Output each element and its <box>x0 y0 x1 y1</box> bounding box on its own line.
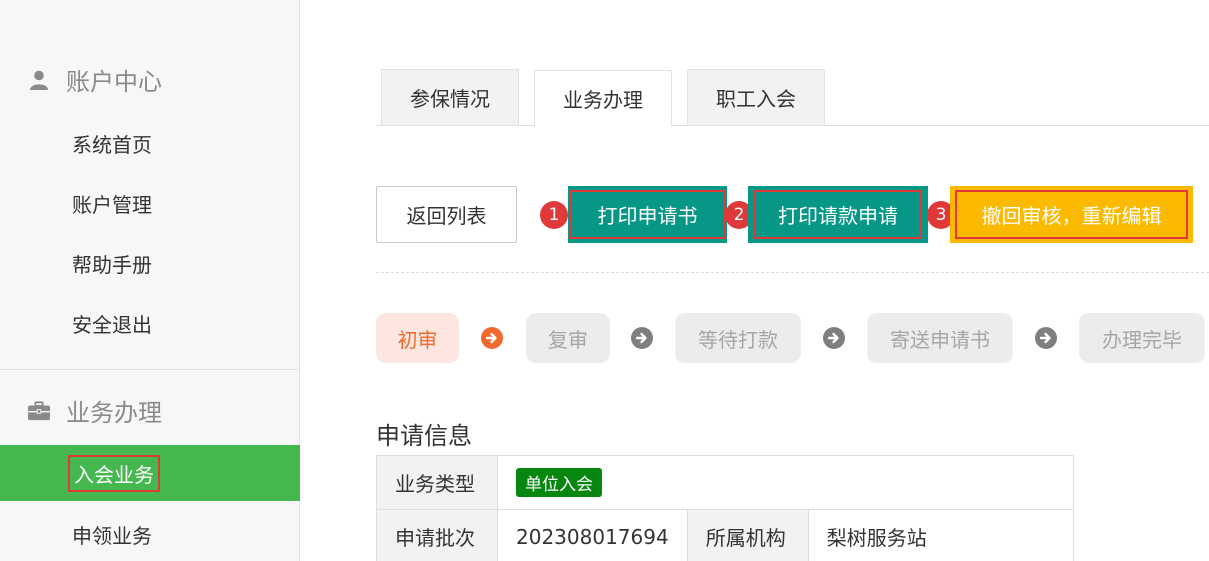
table-row: 业务类型 单位入会 <box>376 455 1074 510</box>
print-payment-request-button[interactable]: 打印请款申请 <box>748 186 928 243</box>
arrow-right-icon <box>1035 327 1057 349</box>
application-info-table: 业务类型 单位入会 申请批次 202308017694 所属机构 梨树服务站 <box>376 455 1075 561</box>
tab-employee-membership[interactable]: 职工入会 <box>687 69 825 126</box>
print-application-button[interactable]: 打印申请书 <box>568 186 727 243</box>
sidebar-item-claim[interactable]: 申领业务 <box>0 506 300 561</box>
business-type-badge: 单位入会 <box>516 468 602 497</box>
step-completed: 办理完毕 <box>1079 313 1205 363</box>
section-business: 业务办理 <box>28 393 162 428</box>
arrow-right-icon <box>481 327 503 349</box>
section-account-center: 账户中心 <box>28 62 162 97</box>
tab-bar: 参保情况 业务办理 职工入会 <box>376 69 1209 127</box>
step-mail-application: 寄送申请书 <box>867 313 1013 363</box>
tab-business-handling[interactable]: 业务办理 <box>534 70 672 127</box>
arrow-right-icon <box>823 327 845 349</box>
arrow-right-icon <box>631 327 653 349</box>
dashed-divider <box>376 272 1209 273</box>
sidebar: 账户中心 系统首页 账户管理 帮助手册 安全退出 业务办理 入会业务 申领业务 <box>0 0 300 561</box>
tab-insurance-status[interactable]: 参保情况 <box>381 69 519 126</box>
sidebar-item-home[interactable]: 系统首页 <box>0 115 300 171</box>
step-second-review: 复审 <box>526 313 610 363</box>
section-title: 账户中心 <box>66 68 162 96</box>
back-to-list-button[interactable]: 返回列表 <box>376 186 517 243</box>
table-row: 申请批次 202308017694 所属机构 梨树服务站 <box>376 509 1075 561</box>
batch-label: 申请批次 <box>376 509 498 561</box>
business-type-cell: 单位入会 <box>497 455 1074 510</box>
step-awaiting-payment: 等待打款 <box>675 313 801 363</box>
batch-value: 202308017694 <box>497 509 688 561</box>
withdraw-review-button[interactable]: 撤回审核，重新编辑 <box>950 186 1193 243</box>
briefcase-icon <box>28 400 50 422</box>
org-label: 所属机构 <box>686 509 809 561</box>
business-type-label: 业务类型 <box>376 455 498 510</box>
section-title: 业务办理 <box>66 399 162 427</box>
step-initial-review: 初审 <box>376 313 459 363</box>
sidebar-item-help-manual[interactable]: 帮助手册 <box>0 235 300 291</box>
application-info-title: 申请信息 <box>376 422 472 450</box>
step-marker-1: 1 <box>540 201 568 229</box>
user-icon <box>28 69 50 91</box>
org-value: 梨树服务站 <box>807 509 1075 561</box>
sidebar-divider <box>0 369 300 370</box>
sidebar-item-logout[interactable]: 安全退出 <box>0 295 300 351</box>
sidebar-item-account-management[interactable]: 账户管理 <box>0 175 300 231</box>
sidebar-item-membership[interactable]: 入会业务 <box>0 445 300 501</box>
